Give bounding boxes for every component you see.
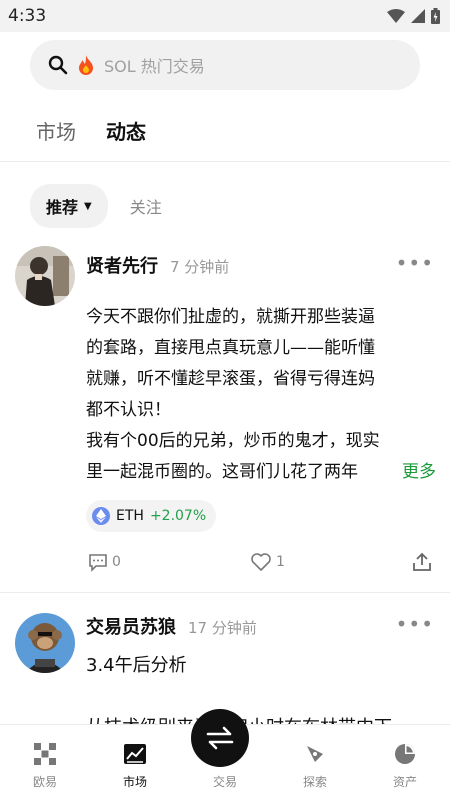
nav-label: 市场 (122, 775, 147, 789)
nav-assets[interactable]: 资产 (360, 725, 450, 800)
share-button[interactable] (412, 552, 432, 572)
post-subtitle: 3.4午后分析 (86, 655, 187, 676)
read-more-link[interactable]: 更多 (380, 457, 436, 488)
post-line: 都不认识！ (86, 400, 171, 420)
search-input[interactable]: SOL 热门交易 (30, 40, 420, 90)
tab-feed[interactable]: 动态 (106, 116, 146, 161)
follow-filter[interactable]: 关注 (130, 194, 162, 218)
nav-label: 交易 (212, 775, 237, 789)
eth-icon (92, 507, 110, 525)
feed-post[interactable]: 贤者先行 7 分钟前 ••• 今天不跟你们扯虚的，就撕开那些装逼 的套路，直接甩… (0, 246, 450, 592)
post-line: 的套路，直接甩点真玩意儿——能听懂 (86, 338, 375, 358)
pie-icon (395, 744, 415, 764)
avatar[interactable] (15, 613, 75, 673)
compass-icon (307, 746, 323, 762)
comment-button[interactable]: 0 (88, 552, 121, 572)
nav-trade[interactable]: 交易 (180, 709, 270, 800)
chart-icon (124, 744, 146, 764)
comment-icon (89, 554, 107, 572)
token-change: +2.07% (149, 508, 207, 524)
nav-label: 探索 (302, 775, 327, 789)
status-time: 4:33 (8, 6, 47, 26)
token-tag[interactable]: ETH +2.07% (86, 500, 217, 532)
token-symbol: ETH (116, 508, 144, 524)
post-body[interactable]: 今天不跟你们扯虚的，就撕开那些装逼 的套路，直接甩点真玩意儿——能听懂 就赚，听… (86, 302, 450, 488)
recommend-dropdown[interactable]: 推荐 ▼ (30, 184, 108, 228)
post-line: 就赚，听不懂趁早滚蛋，省得亏得连妈 (86, 369, 375, 389)
post-line: 今天不跟你们扯虚的，就撕开那些装逼 (86, 307, 375, 327)
post-line: 我有个00后的兄弟，炒币的鬼才，现实 (86, 431, 380, 451)
search-placeholder: SOL 热门交易 (104, 57, 205, 76)
nav-explore[interactable]: 探索 (270, 725, 360, 800)
post-time: 17 分钟前 (188, 619, 257, 637)
author-name[interactable]: 交易员苏狼 (86, 613, 176, 639)
filter-row: 推荐 ▼ 关注 (0, 162, 450, 232)
tab-market[interactable]: 市场 (36, 116, 76, 161)
avatar[interactable] (15, 246, 75, 306)
share-icon (413, 552, 431, 571)
nav-label: 资产 (392, 775, 417, 789)
comment-count: 0 (112, 554, 121, 570)
heart-icon (251, 553, 271, 571)
status-icons (387, 8, 440, 24)
more-options-icon[interactable]: ••• (396, 253, 434, 273)
more-options-icon[interactable]: ••• (396, 614, 434, 634)
search-icon (48, 55, 68, 75)
caret-down-icon: ▼ (84, 200, 92, 212)
recommend-label: 推荐 (46, 198, 79, 217)
like-button[interactable]: 1 (250, 552, 285, 572)
status-bar: 4:33 (0, 0, 450, 32)
battery-icon (431, 8, 440, 24)
nav-market[interactable]: 市场 (90, 725, 180, 800)
bottom-nav: 欧易 市场 交易 探索 资产 (0, 709, 450, 800)
author-name[interactable]: 贤者先行 (86, 252, 158, 278)
post-actions: 0 1 (86, 532, 450, 592)
like-count: 1 (276, 554, 285, 570)
swap-icon (206, 726, 234, 750)
wifi-icon (387, 9, 405, 23)
nav-label: 欧易 (32, 775, 57, 789)
trade-button[interactable] (191, 709, 249, 767)
post-divider (0, 592, 450, 593)
signal-icon (411, 9, 425, 23)
okx-logo-icon (34, 743, 56, 765)
fire-icon (79, 55, 93, 75)
post-time: 7 分钟前 (170, 258, 230, 276)
nav-okx[interactable]: 欧易 (0, 725, 90, 800)
top-tabs: 市场 动态 (0, 90, 450, 162)
